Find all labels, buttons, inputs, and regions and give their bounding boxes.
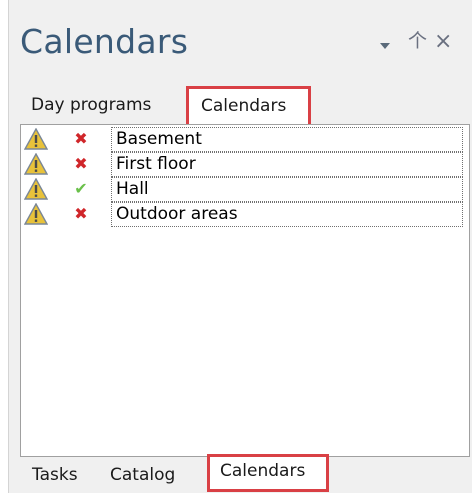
tab-catalog[interactable]: Catalog <box>110 465 175 485</box>
calendar-name[interactable]: Outdoor areas <box>111 202 463 227</box>
checkmark-icon: ✔ <box>74 179 88 198</box>
calendar-name[interactable]: Basement <box>111 127 463 152</box>
calendar-name[interactable]: Hall <box>111 177 463 202</box>
tab-calendars-bottom[interactable]: Calendars <box>207 454 329 492</box>
warning-icon <box>24 128 48 150</box>
warning-icon <box>24 203 48 225</box>
error-icon: ✖ <box>74 154 88 173</box>
tab-tasks[interactable]: Tasks <box>32 465 78 485</box>
list-item[interactable]: ✖ Outdoor areas <box>21 202 469 227</box>
list-item[interactable]: ✖ First floor <box>21 152 469 177</box>
list-item[interactable]: ✔ Hall <box>21 177 469 202</box>
list-item[interactable]: ✖ Basement <box>21 127 469 152</box>
error-icon: ✖ <box>74 129 88 148</box>
calendar-name[interactable]: First floor <box>111 152 463 177</box>
close-icon[interactable]: × <box>434 31 452 53</box>
tab-calendars[interactable]: Calendars <box>186 86 311 127</box>
error-icon: ✖ <box>74 204 88 223</box>
panel-title: Calendars <box>20 22 189 61</box>
pin-icon[interactable]: 个 <box>408 32 427 51</box>
calendars-list[interactable]: ✖ Basement ✖ First floor ✔ Hall ✖ Outdoo… <box>20 124 470 457</box>
tab-day-programs[interactable]: Day programs <box>31 95 151 115</box>
chevron-down-icon[interactable] <box>377 40 393 52</box>
warning-icon <box>24 178 48 200</box>
warning-icon <box>24 153 48 175</box>
